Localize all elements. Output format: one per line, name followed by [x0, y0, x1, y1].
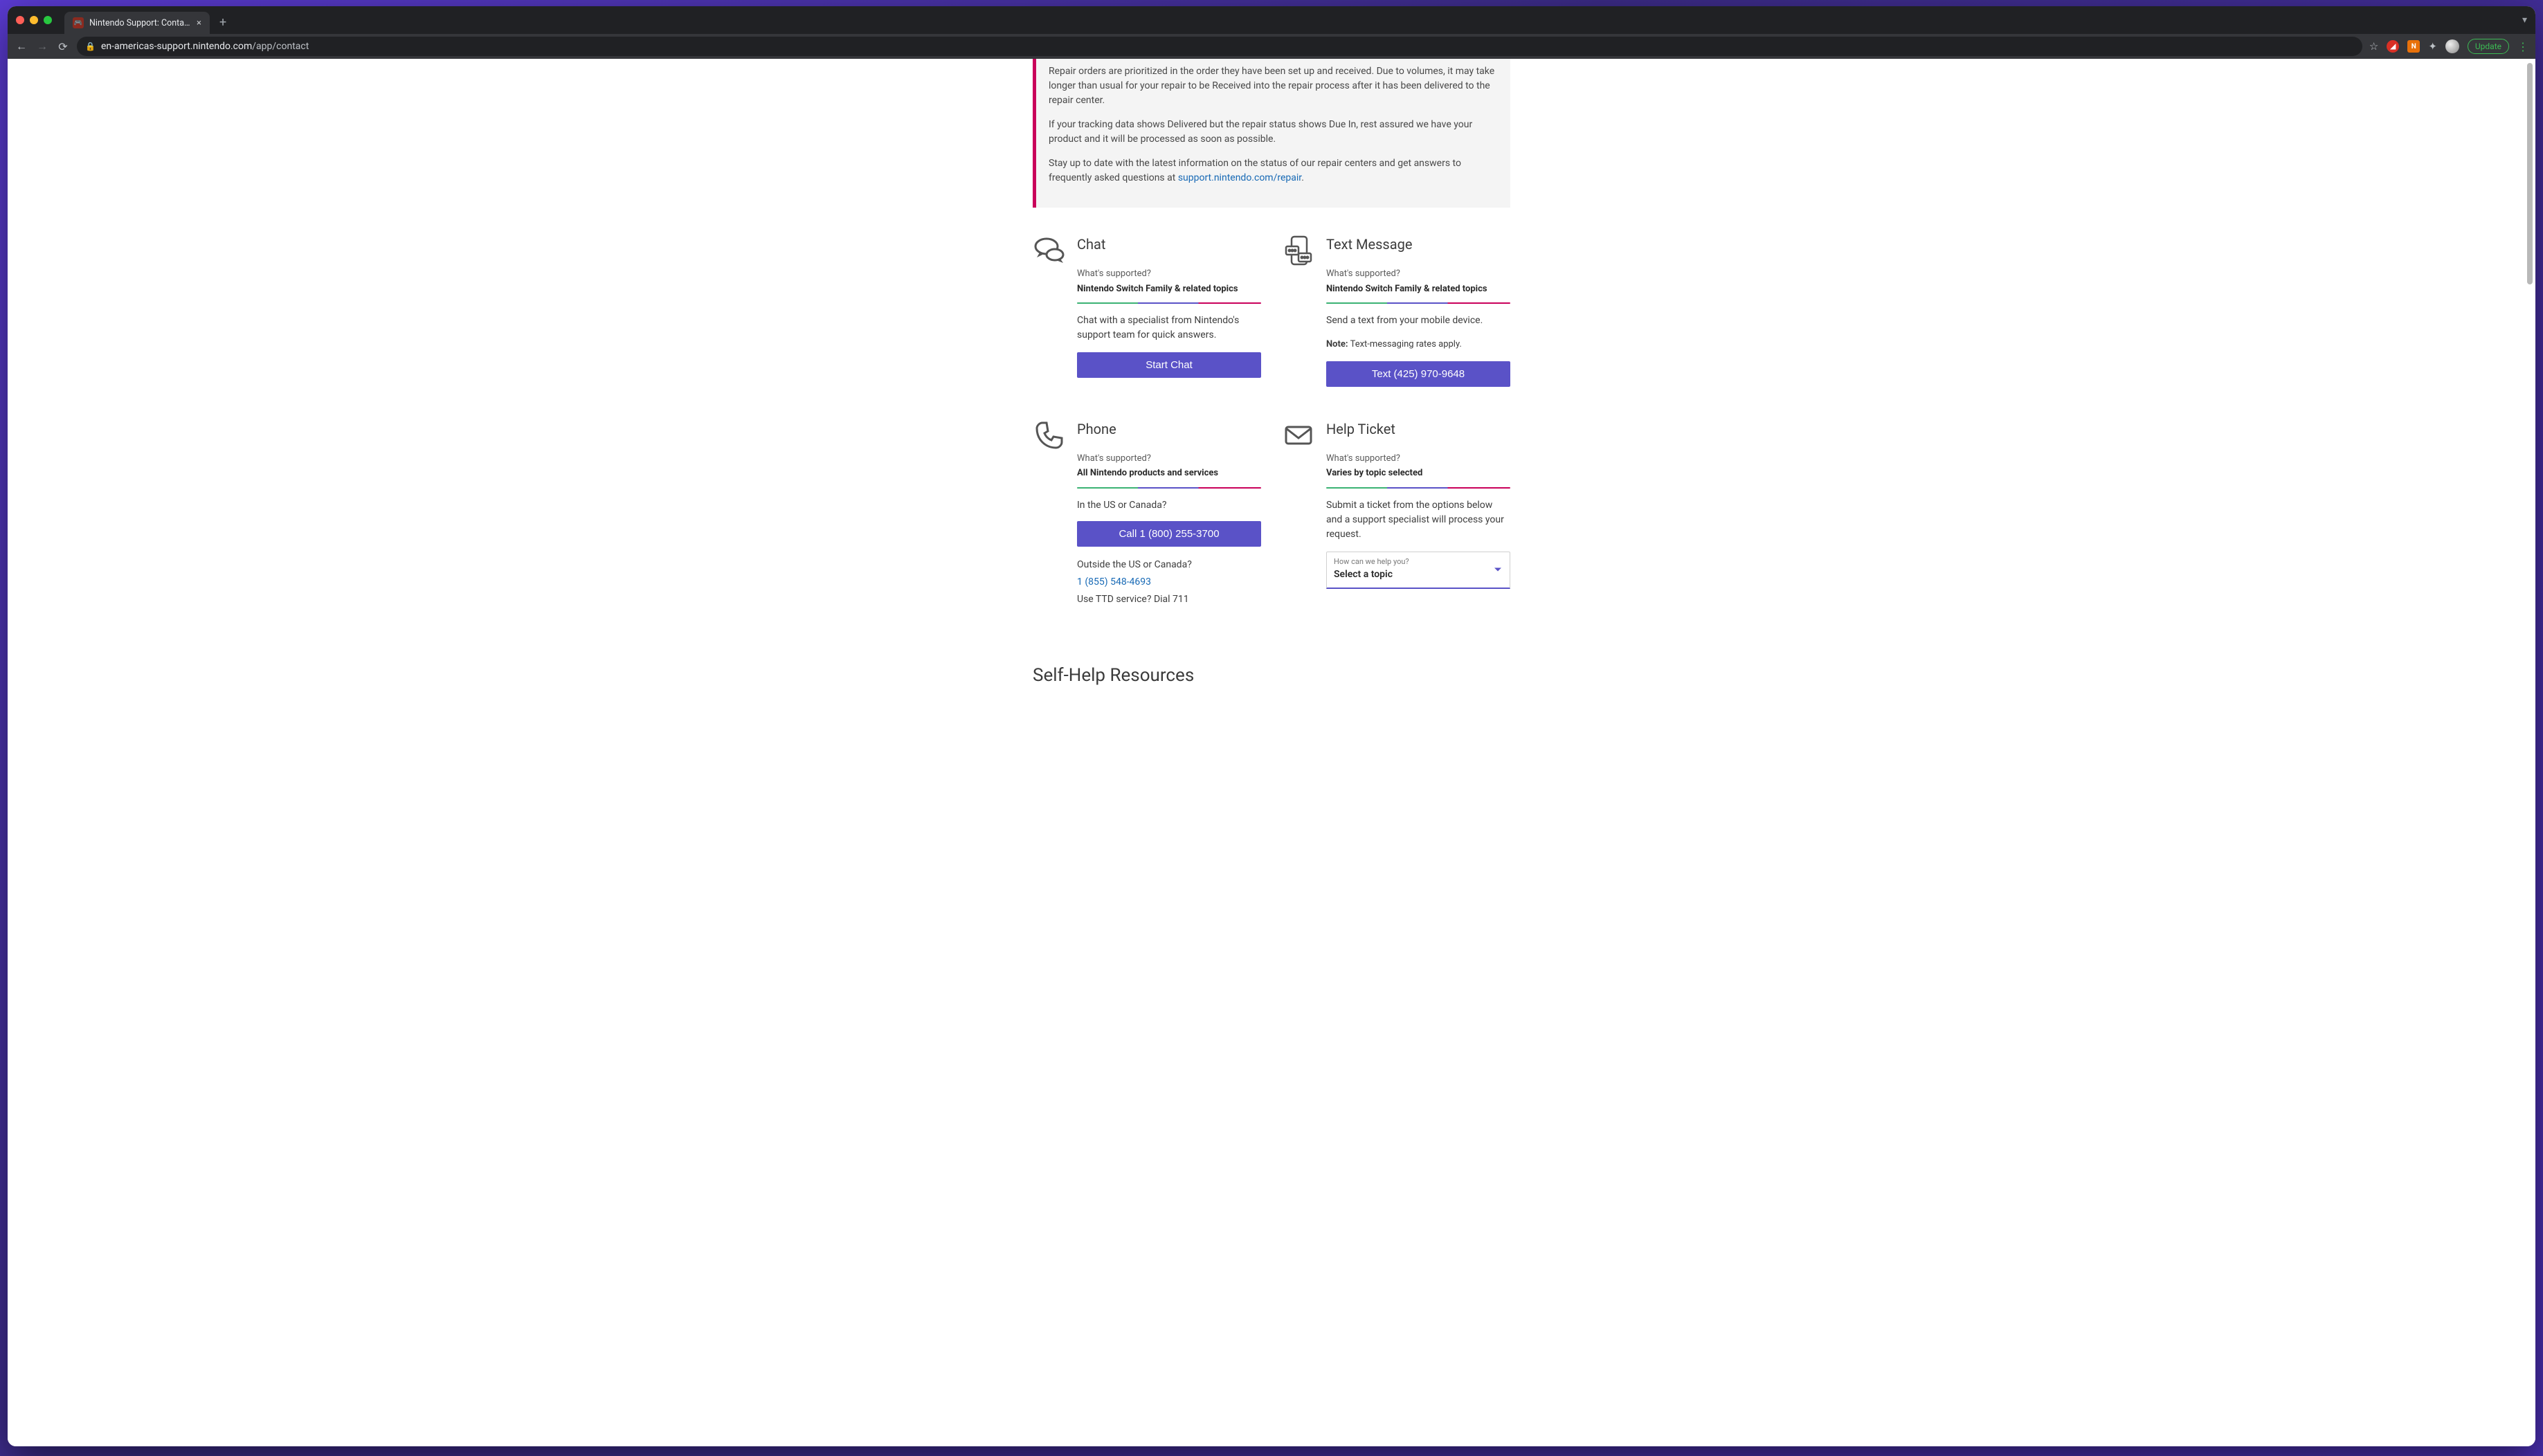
window-controls	[16, 16, 52, 24]
supported-question: What's supported?	[1326, 267, 1510, 281]
toolbar-icons: ☆ ◢ N ✦ Update ⋮	[2369, 39, 2528, 54]
divider	[1326, 302, 1510, 304]
card-description: Send a text from your mobile device.	[1326, 313, 1510, 328]
phone-handset-icon	[1033, 419, 1066, 452]
repair-status-link[interactable]: support.nintendo.com/repair	[1178, 172, 1301, 183]
notice-paragraph: Repair orders are prioritized in the ord…	[1049, 64, 1501, 108]
topic-select[interactable]: How can we help you? Select a topic	[1326, 552, 1510, 590]
select-value: Select a topic	[1334, 567, 1503, 582]
text-rate-note: Note: Text-messaging rates apply.	[1326, 338, 1510, 352]
card-title: Phone	[1077, 419, 1261, 439]
bookmark-star-icon[interactable]: ☆	[2369, 40, 2378, 53]
contact-card-ticket: Help Ticket What's supported? Varies by …	[1282, 419, 1510, 607]
extension-hn-icon[interactable]: N	[2407, 40, 2420, 53]
scrollbar-thumb[interactable]	[2527, 63, 2533, 284]
repair-notice: Repair orders are prioritized in the ord…	[1033, 59, 1510, 208]
notice-paragraph: Stay up to date with the latest informat…	[1049, 156, 1501, 185]
back-button[interactable]: ←	[15, 39, 28, 53]
card-title: Text Message	[1326, 234, 1510, 255]
self-help-heading: Self-Help Resources	[1033, 662, 1510, 689]
supported-answer: Nintendo Switch Family & related topics	[1077, 282, 1261, 296]
address-bar[interactable]: 🔒 en-americas-support.nintendo.com/app/c…	[77, 37, 2362, 56]
maximize-window-button[interactable]	[44, 16, 52, 24]
contact-card-phone: Phone What's supported? All Nintendo pro…	[1033, 419, 1261, 607]
supported-question: What's supported?	[1077, 452, 1261, 466]
browser-window: 🎮 Nintendo Support: Contact Us × + ▾ ← →…	[8, 6, 2535, 1446]
intl-phone-link[interactable]: 1 (855) 548-4693	[1077, 575, 1261, 590]
minimize-window-button[interactable]	[30, 16, 38, 24]
new-tab-button[interactable]: +	[219, 15, 226, 30]
supported-question: What's supported?	[1077, 267, 1261, 281]
text-number-button[interactable]: Text (425) 970-9648	[1326, 361, 1510, 387]
url-path: /app/contact	[252, 41, 309, 52]
extensions-puzzle-icon[interactable]: ✦	[2428, 40, 2437, 53]
vertical-scrollbar[interactable]	[2526, 59, 2534, 1446]
call-us-button[interactable]: Call 1 (800) 255-3700	[1077, 521, 1261, 547]
supported-answer: Nintendo Switch Family & related topics	[1326, 282, 1510, 296]
lock-icon: 🔒	[85, 42, 96, 51]
phone-us-question: In the US or Canada?	[1077, 498, 1261, 513]
notice-paragraph: If your tracking data shows Delivered bu…	[1049, 118, 1501, 147]
card-title: Help Ticket	[1326, 419, 1510, 439]
kebab-menu-icon[interactable]: ⋮	[2517, 40, 2528, 53]
supported-answer: All Nintendo products and services	[1077, 466, 1261, 480]
contact-card-text: Text Message What's supported? Nintendo …	[1282, 234, 1510, 387]
divider	[1077, 302, 1261, 304]
tab-favicon: 🎮	[73, 17, 84, 28]
browser-toolbar: ← → ⟳ 🔒 en-americas-support.nintendo.com…	[8, 34, 2535, 59]
contact-grid: Chat What's supported? Nintendo Switch F…	[1033, 234, 1510, 607]
card-description: Submit a ticket from the options below a…	[1326, 498, 1510, 542]
profile-avatar[interactable]	[2445, 39, 2459, 53]
page-viewport: Repair orders are prioritized in the ord…	[8, 59, 2535, 1446]
envelope-icon	[1282, 419, 1315, 452]
tab-title: Nintendo Support: Contact Us	[89, 18, 191, 28]
browser-tab[interactable]: 🎮 Nintendo Support: Contact Us ×	[64, 12, 210, 34]
forward-button[interactable]: →	[35, 39, 49, 53]
sms-phone-icon	[1282, 234, 1315, 267]
divider	[1326, 487, 1510, 489]
start-chat-button[interactable]: Start Chat	[1077, 352, 1261, 378]
select-label: How can we help you?	[1334, 556, 1503, 568]
caret-down-icon	[1494, 568, 1501, 572]
divider	[1077, 487, 1261, 489]
close-tab-icon[interactable]: ×	[197, 18, 201, 28]
chat-bubbles-icon	[1033, 234, 1066, 267]
tty-note: Use TTD service? Dial 711	[1077, 592, 1261, 607]
extension-adblock-icon[interactable]: ◢	[2387, 40, 2399, 53]
phone-intl-question: Outside the US or Canada?	[1077, 558, 1261, 572]
url-domain: en-americas-support.nintendo.com	[101, 41, 252, 52]
reload-button[interactable]: ⟳	[56, 40, 70, 53]
contact-card-chat: Chat What's supported? Nintendo Switch F…	[1033, 234, 1261, 387]
close-window-button[interactable]	[16, 16, 24, 24]
supported-question: What's supported?	[1326, 452, 1510, 466]
supported-answer: Varies by topic selected	[1326, 466, 1510, 480]
update-button[interactable]: Update	[2468, 39, 2509, 54]
tab-strip: 🎮 Nintendo Support: Contact Us × + ▾	[8, 6, 2535, 34]
card-description: Chat with a specialist from Nintendo's s…	[1077, 313, 1261, 343]
card-title: Chat	[1077, 234, 1261, 255]
chevron-down-icon[interactable]: ▾	[2522, 15, 2527, 26]
